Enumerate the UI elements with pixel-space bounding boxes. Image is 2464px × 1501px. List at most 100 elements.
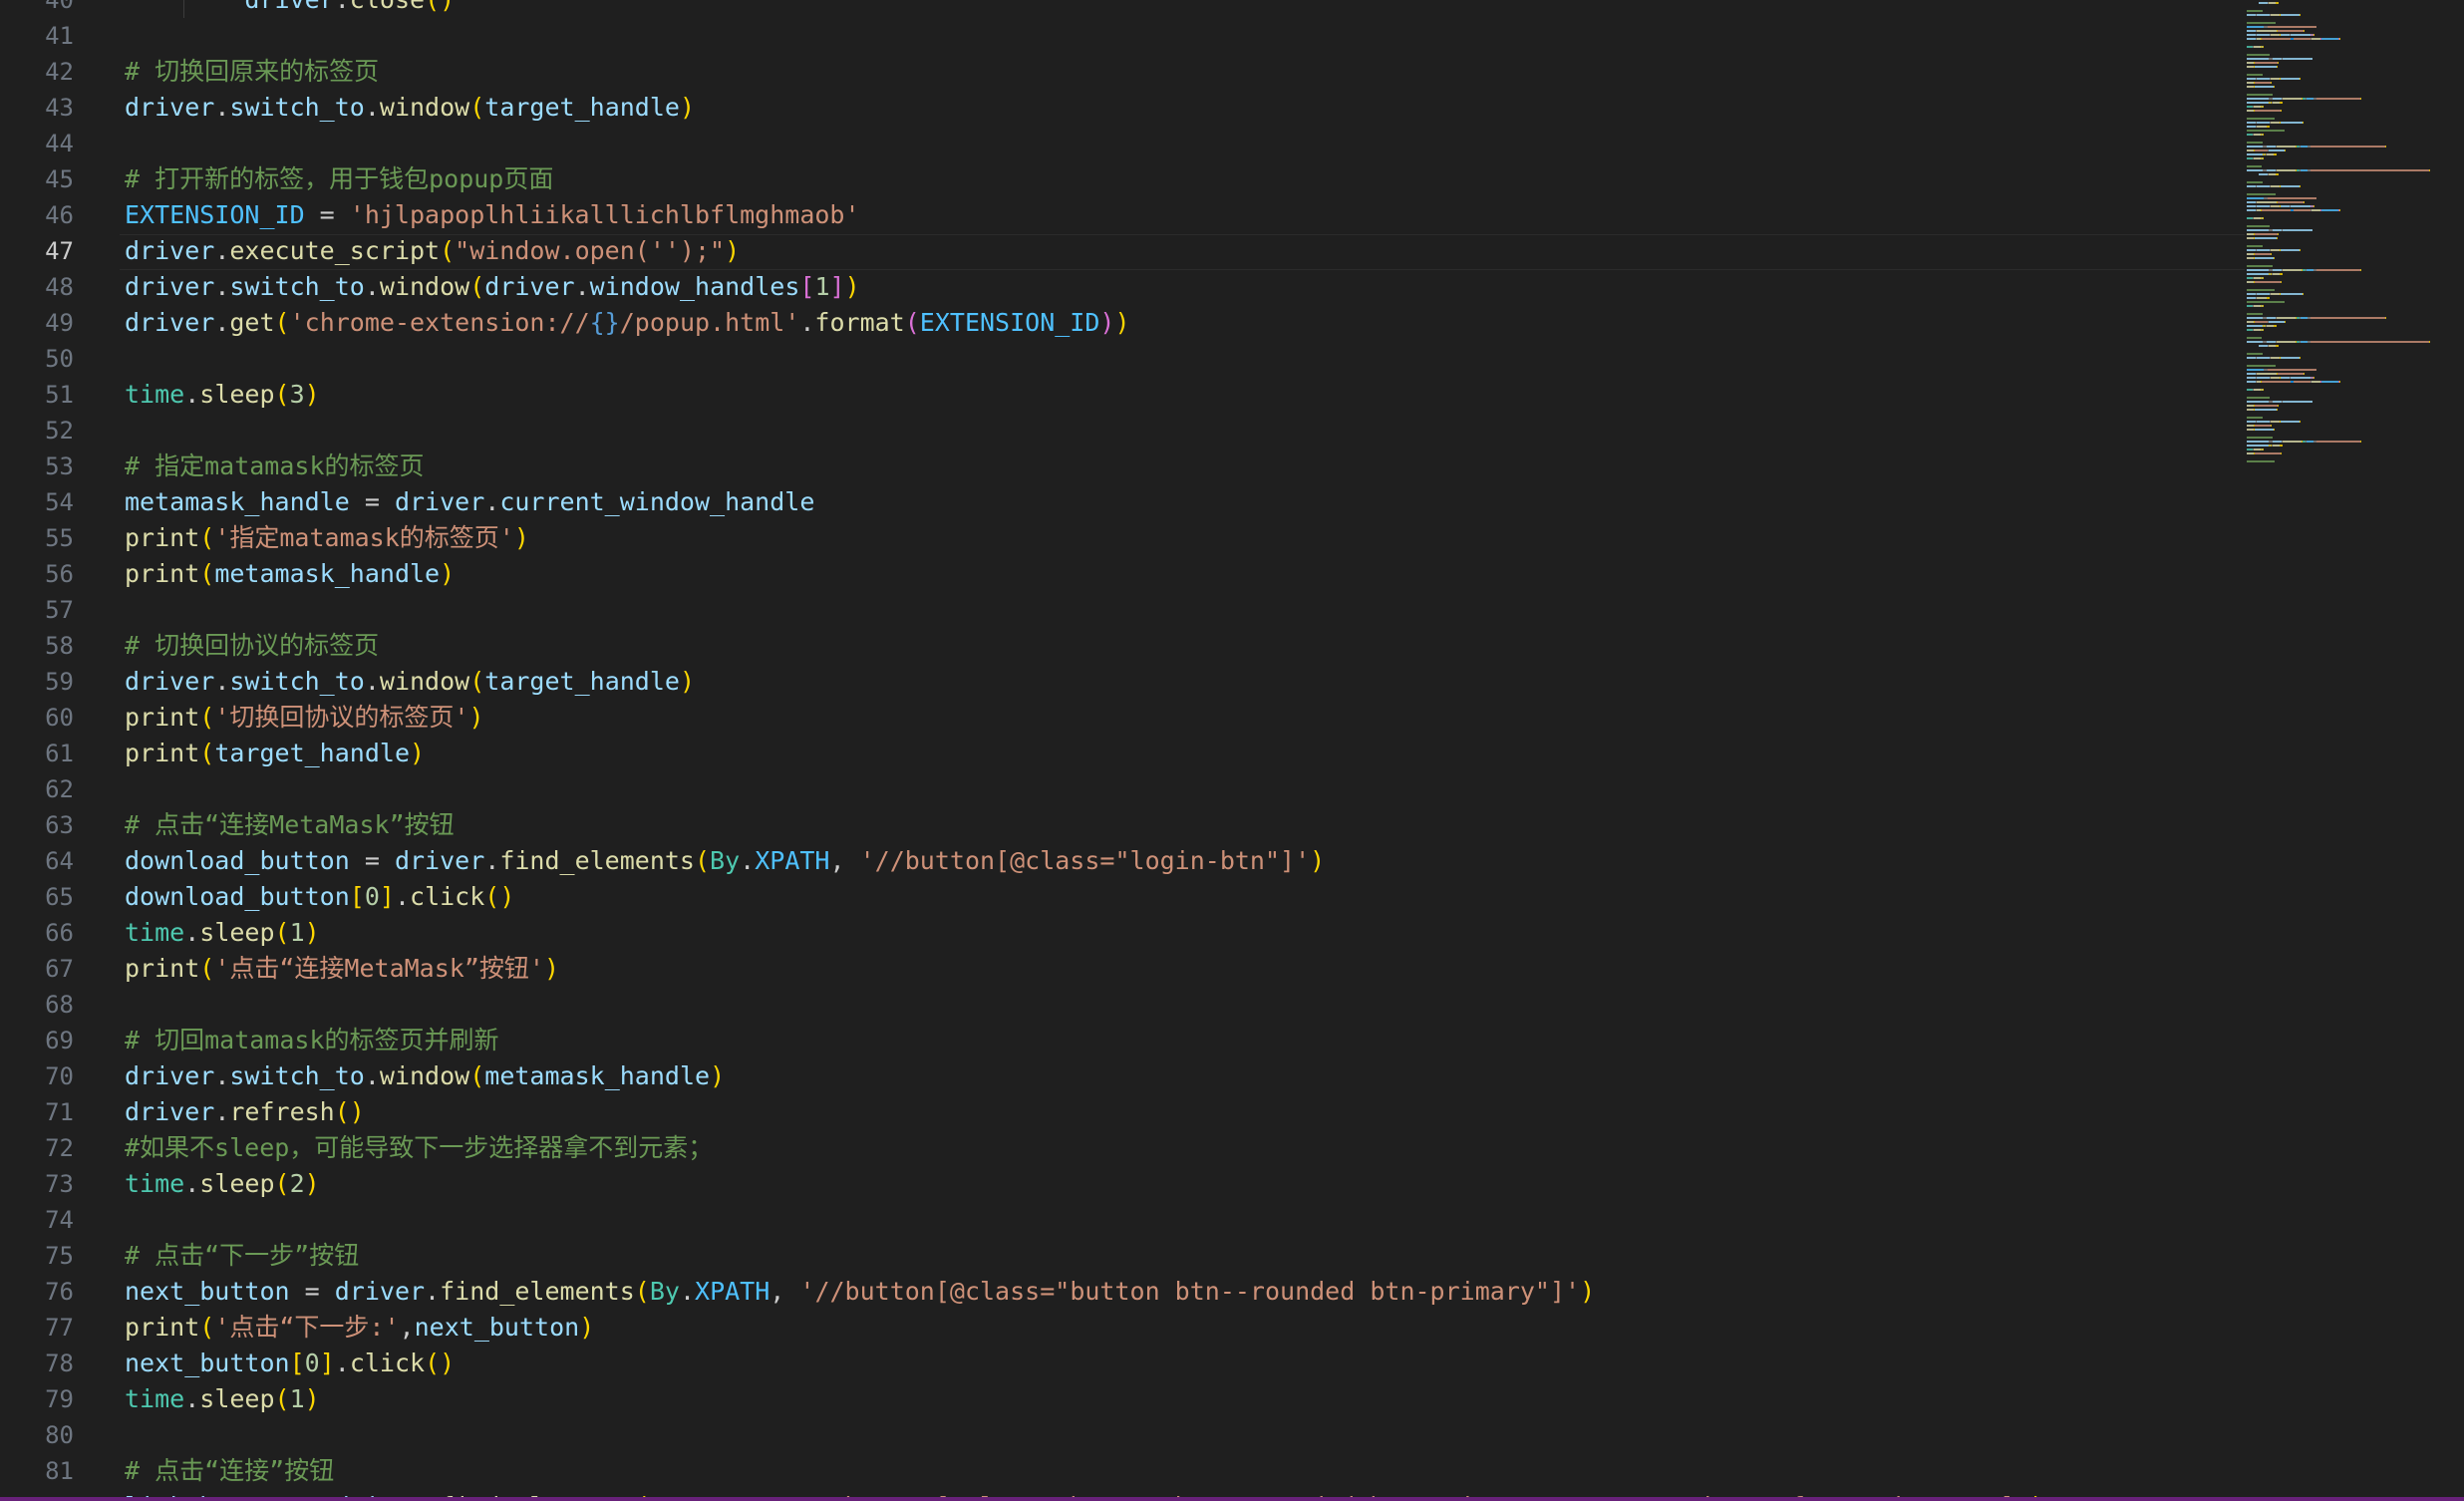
code-line[interactable]: print('点击“下一步:',next_button) [125, 1310, 594, 1346]
line-number[interactable]: 75 [0, 1238, 74, 1274]
line-number[interactable]: 42 [0, 54, 74, 90]
line-number[interactable]: 45 [0, 161, 74, 197]
line-number[interactable]: 71 [0, 1094, 74, 1130]
line-number[interactable]: 81 [0, 1453, 74, 1489]
code-line[interactable]: print('点击“连接MetaMask”按钮') [125, 951, 559, 987]
minimap-token [2304, 373, 2305, 375]
code-line[interactable]: next_button[0].click() [125, 1346, 455, 1381]
code-line[interactable]: download_button[0].click() [125, 879, 514, 915]
line-number[interactable]: 57 [0, 592, 74, 628]
line-number[interactable]: 60 [0, 700, 74, 736]
code-line[interactable]: time.sleep(2) [125, 1166, 320, 1202]
line-number[interactable]: 40 [0, 0, 74, 18]
code-line[interactable]: driver.refresh() [125, 1094, 365, 1130]
line-number[interactable]: 56 [0, 556, 74, 592]
line-number[interactable]: 46 [0, 197, 74, 233]
code-line[interactable]: # 点击“下一步”按钮 [125, 1238, 359, 1274]
minimap-token [2247, 130, 2285, 132]
string-token: 'hjlpapoplhliikalllichlbflmghmaob' [349, 200, 860, 229]
minimap-token [2254, 106, 2261, 108]
line-number-gutter[interactable]: 40 41 42 43 44 45 46 47 48 49 50 51 52 53 54 55 56 57 58 59… [0, 0, 100, 1497]
line-number[interactable]: 59 [0, 664, 74, 700]
code-line[interactable]: # 点击“连接MetaMask”按钮 [125, 807, 455, 843]
minimap-token [2339, 209, 2340, 211]
line-number[interactable]: 64 [0, 843, 74, 879]
code-line[interactable]: link_button = driver.find_elements(By.XP… [125, 1489, 2045, 1497]
code-line[interactable]: driver.switch_to.window(driver.window_ha… [125, 269, 860, 305]
code-line[interactable]: # 切回matamask的标签页并刷新 [125, 1023, 499, 1058]
minimap-token [2263, 305, 2264, 307]
string-token: '指定matamask的标签页' [214, 523, 514, 552]
line-number[interactable]: 80 [0, 1417, 74, 1453]
code-line[interactable]: time.sleep(3) [125, 377, 320, 413]
line-number[interactable]: 53 [0, 449, 74, 484]
line-number[interactable]: 43 [0, 90, 74, 126]
minimap-token [2257, 421, 2270, 423]
line-number[interactable]: 63 [0, 807, 74, 843]
code-line[interactable]: EXTENSION_ID = 'hjlpapoplhliikalllichlbf… [125, 197, 860, 233]
code-line[interactable]: # 切换回协议的标签页 [125, 628, 379, 664]
line-number[interactable]: 58 [0, 628, 74, 664]
minimap-token [2247, 122, 2256, 124]
line-number[interactable]: 47 [0, 233, 74, 269]
line-number[interactable]: 67 [0, 951, 74, 987]
code-editor[interactable]: 40 41 42 43 44 45 46 47 48 49 50 51 52 53 54 55 56 57 58 59… [0, 0, 2464, 1497]
line-number[interactable]: 74 [0, 1202, 74, 1238]
minimap-token [2255, 86, 2274, 88]
code-line[interactable]: # 打开新的标签，用于钱包popup页面 [125, 161, 553, 197]
minimap-token [2268, 197, 2316, 199]
line-number[interactable]: 50 [0, 341, 74, 377]
code-line[interactable]: # 点击“连接”按钮 [125, 1453, 334, 1489]
punctuation-token: . [214, 1061, 230, 1090]
code-line[interactable]: next_button = driver.find_elements(By.XP… [125, 1274, 1595, 1310]
code-line[interactable]: driver.switch_to.window(target_handle) [125, 90, 695, 126]
line-number[interactable]: 61 [0, 736, 74, 771]
line-number[interactable]: 49 [0, 305, 74, 341]
code-line[interactable]: print(target_handle) [125, 736, 425, 771]
code-line[interactable]: driver.execute_script("window.open('');"… [125, 233, 740, 269]
minimap-token [2307, 269, 2313, 271]
code-line[interactable]: driver.switch_to.window(metamask_handle) [125, 1058, 725, 1094]
minimap-token [2247, 281, 2254, 283]
line-number[interactable]: 55 [0, 520, 74, 556]
line-number[interactable]: 54 [0, 484, 74, 520]
line-number[interactable]: 48 [0, 269, 74, 305]
code-line[interactable]: # 指定matamask的标签页 [125, 449, 425, 484]
minimap-token [2247, 409, 2254, 411]
line-number[interactable]: 76 [0, 1274, 74, 1310]
code-line[interactable]: print('切换回协议的标签页') [125, 700, 484, 736]
line-number[interactable]: 44 [0, 126, 74, 161]
code-line[interactable]: driver.close() [125, 0, 455, 18]
line-number[interactable]: 69 [0, 1023, 74, 1058]
comment-token: # 点击“连接”按钮 [125, 1456, 335, 1485]
line-number[interactable]: 73 [0, 1166, 74, 1202]
code-line[interactable]: driver.switch_to.window(target_handle) [125, 664, 695, 700]
line-number[interactable]: 62 [0, 771, 74, 807]
code-line[interactable]: metamask_handle = driver.current_window_… [125, 484, 814, 520]
code-line[interactable]: download_button = driver.find_elements(B… [125, 843, 1325, 879]
code-line[interactable]: time.sleep(1) [125, 1381, 320, 1417]
line-number[interactable]: 79 [0, 1381, 74, 1417]
code-area[interactable]: driver.close()# 切换回原来的标签页driver.switch_t… [125, 0, 2248, 1497]
line-number[interactable]: 70 [0, 1058, 74, 1094]
line-number[interactable]: 52 [0, 413, 74, 449]
line-number[interactable]: 72 [0, 1130, 74, 1166]
variable-token: switch_to [229, 93, 365, 122]
string-token: '点击“下一步:' [214, 1313, 400, 1342]
minimap-token [2247, 58, 2269, 60]
code-line[interactable]: #如果不sleep，可能导致下一步选择器拿不到元素； [125, 1130, 713, 1166]
code-line[interactable]: print('指定matamask的标签页') [125, 520, 529, 556]
minimap[interactable] [2245, 0, 2464, 1497]
line-number[interactable]: 66 [0, 915, 74, 951]
line-number[interactable]: 82 [0, 1489, 74, 1497]
line-number[interactable]: 65 [0, 879, 74, 915]
code-line[interactable]: time.sleep(1) [125, 915, 320, 951]
code-line[interactable]: driver.get('chrome-extension://{}/popup.… [125, 305, 1130, 341]
code-line[interactable]: # 切换回原来的标签页 [125, 54, 379, 90]
line-number[interactable]: 68 [0, 987, 74, 1023]
line-number[interactable]: 41 [0, 18, 74, 54]
line-number[interactable]: 51 [0, 377, 74, 413]
line-number[interactable]: 78 [0, 1346, 74, 1381]
line-number[interactable]: 77 [0, 1310, 74, 1346]
code-line[interactable]: print(metamask_handle) [125, 556, 455, 592]
